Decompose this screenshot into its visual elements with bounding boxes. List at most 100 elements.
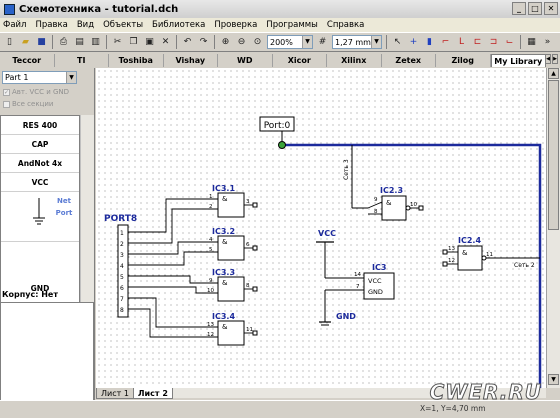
net-label-icon[interactable]: ⊏	[471, 36, 484, 49]
port-label: Port:0	[264, 121, 291, 131]
zoom-fit-icon[interactable]: ⊙	[251, 36, 264, 49]
gate-symbol: &	[222, 279, 228, 287]
tab-zilog[interactable]: Zilog	[436, 54, 491, 67]
all-sections-checkbox[interactable]: Все секции	[3, 100, 53, 108]
auto-vcc-label: Авт. VCC и GND	[12, 88, 70, 96]
scroll-up-icon[interactable]: ▲	[548, 68, 559, 79]
title-bar: Схемотехника - tutorial.dch _ □ ✕	[0, 0, 560, 18]
print-icon[interactable]: ⎙	[57, 36, 70, 49]
svg-text:3: 3	[120, 252, 124, 259]
svg-text:7: 7	[356, 284, 360, 290]
tab-wd[interactable]: WD	[218, 54, 273, 67]
copy-icon[interactable]: ❐	[127, 36, 140, 49]
library-tabs: Teccor TI Toshiba Vishay WD Xicor Xilinx…	[0, 53, 546, 67]
select-arrow-icon[interactable]: ↖	[391, 36, 404, 49]
tab-teccor[interactable]: Teccor	[0, 54, 55, 67]
tab-toshiba[interactable]: Toshiba	[109, 54, 164, 67]
zoom-in-icon[interactable]: ⊕	[219, 36, 232, 49]
tab-vishay[interactable]: Vishay	[164, 54, 218, 67]
minimize-button[interactable]: _	[512, 2, 526, 15]
gate-label-ic3-4: IC3.4	[212, 312, 235, 321]
tab-scroll-left-icon[interactable]: ◀	[545, 54, 551, 64]
redo-icon[interactable]: ↷	[197, 36, 210, 49]
scroll-thumb[interactable]	[548, 80, 559, 230]
tab-my-library[interactable]: My Library	[490, 54, 546, 67]
tab-sheet-2[interactable]: Лист 2	[132, 388, 173, 399]
cursor-coordinates: X=1, Y=4,70 mm	[420, 404, 486, 413]
port8-body[interactable]	[117, 224, 129, 318]
port-connector[interactable]	[278, 141, 286, 149]
auto-vcc-checkbox[interactable]: ✓ Авт. VCC и GND	[3, 88, 69, 96]
delete-icon[interactable]: ✕	[159, 36, 172, 49]
menu-library[interactable]: Библиотека	[152, 20, 205, 30]
chevron-down-icon: ▼	[66, 72, 76, 83]
open-icon[interactable]: ▰	[19, 36, 32, 49]
print-preview-icon[interactable]: ▤	[73, 36, 86, 49]
wire-icon[interactable]: ⌐	[439, 36, 452, 49]
svg-text:4: 4	[209, 237, 213, 243]
save-icon[interactable]: ■	[35, 36, 48, 49]
list-item-net-port[interactable]: Net Port	[1, 192, 79, 242]
undo-icon[interactable]: ↶	[181, 36, 194, 49]
svg-text:9: 9	[209, 278, 213, 284]
junction-icon[interactable]: ⌙	[503, 36, 516, 49]
grid-size-select[interactable]: 1,27 mm ▼	[332, 35, 382, 49]
list-item-andnot[interactable]: AndNot 4x	[1, 154, 79, 173]
svg-text:11: 11	[486, 252, 493, 258]
bus-icon[interactable]: L	[455, 36, 468, 49]
tab-scroll-right-icon[interactable]: ▶	[552, 54, 558, 64]
cross-icon[interactable]: +	[407, 36, 420, 49]
port-icon[interactable]: ⊐	[487, 36, 500, 49]
zoom-out-icon[interactable]: ⊖	[235, 36, 248, 49]
tab-zetex[interactable]: Zetex	[382, 54, 436, 67]
tab-xicor[interactable]: Xicor	[273, 54, 327, 67]
menu-view[interactable]: Вид	[77, 20, 94, 30]
grid-icon[interactable]: #	[316, 36, 329, 49]
part-select[interactable]: Part 1 ▼	[2, 71, 77, 84]
maximize-button[interactable]: □	[528, 2, 542, 15]
menu-check[interactable]: Проверка	[214, 20, 257, 30]
svg-text:1: 1	[120, 230, 124, 237]
schematic-canvas[interactable]: Port:0 Сеть 3 PORT8 1234 5678 IC3.1 & IC…	[96, 68, 546, 388]
gate-symbol: &	[222, 323, 228, 331]
svg-text:1: 1	[209, 194, 213, 200]
ground-symbol-icon	[33, 198, 45, 225]
checkbox-box: ✓	[3, 88, 10, 96]
svg-text:13: 13	[207, 322, 214, 328]
list-item-vcc[interactable]: VCC	[1, 173, 79, 192]
gate-label-ic3-3: IC3.3	[212, 268, 235, 277]
all-sections-label: Все секции	[12, 100, 54, 108]
schematic-drawing: Port:0 Сеть 3 PORT8 1234 5678 IC3.1 & IC…	[104, 116, 542, 388]
checkbox-box	[3, 100, 10, 108]
scroll-down-icon[interactable]: ▼	[548, 374, 559, 385]
menu-objects[interactable]: Объекты	[103, 20, 143, 30]
list-item-res400[interactable]: RES 400	[1, 116, 79, 135]
cut-icon[interactable]: ✂	[111, 36, 124, 49]
paste-icon[interactable]: ▣	[143, 36, 156, 49]
menu-programs[interactable]: Программы	[266, 20, 318, 30]
separator	[520, 35, 521, 49]
svg-text:3: 3	[246, 199, 250, 205]
component-icon[interactable]: ▮	[423, 36, 436, 49]
svg-text:6: 6	[120, 285, 124, 292]
library-panel: Part 1 ▼ ✓ Авт. VCC и GND Все секции RES…	[0, 68, 95, 418]
page-setup-icon[interactable]: ▥	[89, 36, 102, 49]
menu-help[interactable]: Справка	[327, 20, 364, 30]
watermark-logo: CWER.RU	[429, 380, 542, 405]
tab-sheet-1[interactable]: Лист 1	[96, 388, 134, 399]
tab-ti[interactable]: TI	[55, 54, 109, 67]
more-icon[interactable]: »	[541, 36, 554, 49]
close-button[interactable]: ✕	[544, 2, 558, 15]
menu-edit[interactable]: Правка	[35, 20, 67, 30]
canvas-vertical-scrollbar[interactable]: ▲ ▼	[546, 68, 560, 388]
gate-symbol: &	[462, 249, 468, 257]
svg-text:8: 8	[120, 307, 124, 314]
menu-file[interactable]: Файл	[3, 20, 26, 30]
list-item-cap[interactable]: CAP	[1, 135, 79, 154]
table-icon[interactable]: ▦	[525, 36, 538, 49]
component-list-scrollbar[interactable]	[80, 115, 94, 322]
new-icon[interactable]: ▯	[3, 36, 16, 49]
gate-symbol: &	[222, 195, 228, 203]
tab-xilinx[interactable]: Xilinx	[327, 54, 382, 67]
zoom-select[interactable]: 200% ▼	[267, 35, 313, 49]
